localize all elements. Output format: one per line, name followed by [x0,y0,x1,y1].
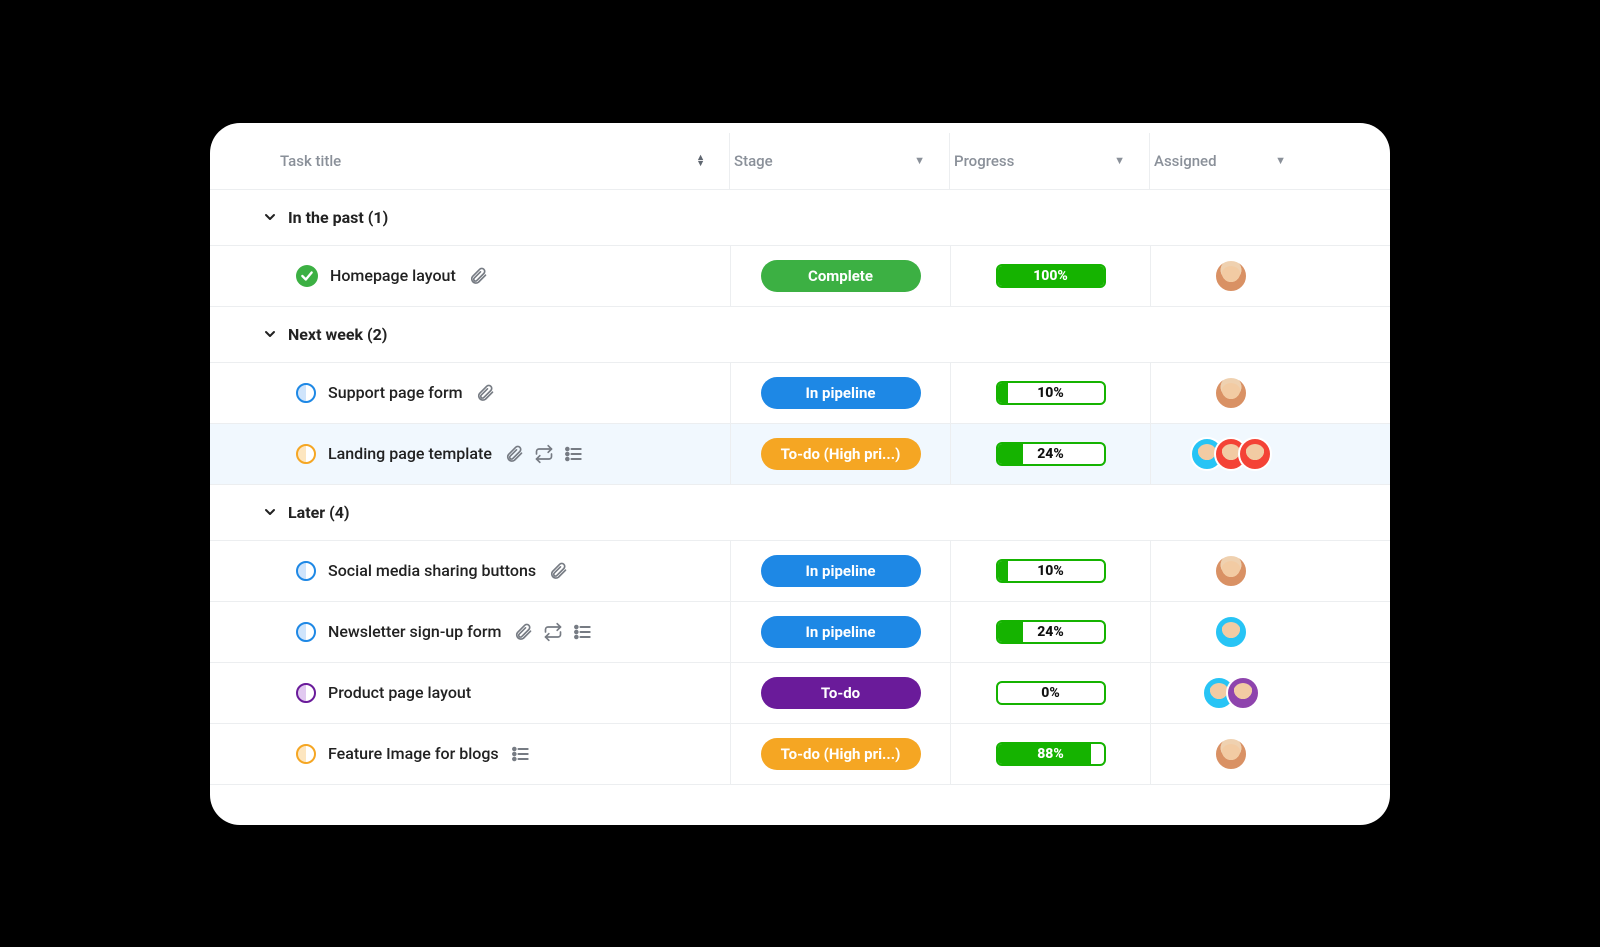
attachment-icon [504,444,524,464]
group-header[interactable]: In the past (1) [210,190,1390,246]
avatar[interactable] [1214,259,1248,293]
task-meta-icons [511,744,531,764]
assignee-avatars[interactable] [1214,737,1248,771]
task-title: Social media sharing buttons [328,561,536,580]
progress-bar[interactable]: 24% [996,620,1106,644]
task-meta-icons [548,561,568,581]
avatar[interactable] [1238,437,1272,471]
progress-value: 88% [998,744,1104,764]
progress-bar[interactable]: 10% [996,559,1106,583]
progress-value: 10% [998,561,1104,581]
column-header-assigned[interactable]: Assigned ▼ [1150,133,1310,189]
subtasks-icon [564,444,584,464]
assignee-avatars[interactable] [1190,437,1272,471]
column-header-label: Task title [250,152,341,170]
task-meta-icons [468,266,488,286]
subtasks-icon [573,622,593,642]
status-circle-icon [296,383,316,403]
task-row[interactable]: Product page layout To-do 0% [210,663,1390,724]
task-title: Product page layout [328,683,471,702]
task-row[interactable]: Landing page template To-do (High pri...)… [210,424,1390,485]
task-title: Support page form [328,383,463,402]
stage-pill[interactable]: Complete [761,260,921,292]
status-complete-icon [296,265,318,287]
chevron-down-icon [262,326,278,342]
task-row[interactable]: Homepage layout Complete 100% [210,246,1390,307]
assignee-avatars[interactable] [1214,376,1248,410]
recurring-icon [534,444,554,464]
attachment-icon [513,622,533,642]
caret-down-icon: ▼ [1114,154,1125,167]
task-row[interactable]: Feature Image for blogs To-do (High pri..… [210,724,1390,785]
progress-value: 0% [998,683,1104,703]
group-label: Later (4) [288,503,350,522]
task-row[interactable]: Support page form In pipeline 10% [210,363,1390,424]
attachment-icon [468,266,488,286]
column-header-label: Assigned [1150,152,1217,170]
caret-down-icon: ▼ [1275,154,1286,167]
status-circle-icon [296,622,316,642]
chevron-down-icon [262,209,278,225]
task-row[interactable]: Newsletter sign-up form In pipeline 24% [210,602,1390,663]
assignee-avatars[interactable] [1214,615,1248,649]
progress-value: 24% [998,622,1104,642]
task-row[interactable]: Social media sharing buttons In pipeline 1… [210,541,1390,602]
stage-pill[interactable]: In pipeline [761,377,921,409]
progress-bar[interactable]: 88% [996,742,1106,766]
attachment-icon [548,561,568,581]
column-header-stage[interactable]: Stage ▼ [730,133,950,189]
stage-pill[interactable]: In pipeline [761,616,921,648]
stage-pill[interactable]: In pipeline [761,555,921,587]
stage-pill[interactable]: To-do (High pri...) [761,738,921,770]
avatar[interactable] [1214,615,1248,649]
sort-icon: ▲▼ [696,155,705,167]
attachment-icon [475,383,495,403]
column-header-label: Progress [950,152,1014,170]
task-meta-icons [504,444,584,464]
column-header-label: Stage [730,152,773,170]
assignee-avatars[interactable] [1214,259,1248,293]
status-circle-icon [296,744,316,764]
progress-value: 10% [998,383,1104,403]
assignee-avatars[interactable] [1214,554,1248,588]
status-circle-icon [296,561,316,581]
progress-value: 100% [998,266,1104,286]
progress-bar[interactable]: 10% [996,381,1106,405]
task-table-card: Task title ▲▼ Stage ▼ Progress ▼ Assigne… [210,123,1390,825]
task-title: Newsletter sign-up form [328,622,501,641]
caret-down-icon: ▼ [914,154,925,167]
task-title: Landing page template [328,444,492,463]
avatar[interactable] [1214,737,1248,771]
group-label: Next week (2) [288,325,387,344]
group-header[interactable]: Next week (2) [210,307,1390,363]
group-label: In the past (1) [288,208,388,227]
task-meta-icons [513,622,593,642]
progress-bar[interactable]: 100% [996,264,1106,288]
avatar[interactable] [1226,676,1260,710]
status-circle-icon [296,683,316,703]
progress-bar[interactable]: 0% [996,681,1106,705]
progress-value: 24% [998,444,1104,464]
avatar[interactable] [1214,554,1248,588]
chevron-down-icon [262,504,278,520]
task-title: Feature Image for blogs [328,744,499,763]
stage-pill[interactable]: To-do (High pri...) [761,438,921,470]
table-header-row: Task title ▲▼ Stage ▼ Progress ▼ Assigne… [210,133,1390,190]
column-header-progress[interactable]: Progress ▼ [950,133,1150,189]
column-header-title[interactable]: Task title ▲▼ [250,133,730,189]
task-meta-icons [475,383,495,403]
stage-pill[interactable]: To-do [761,677,921,709]
task-title: Homepage layout [330,266,456,285]
assignee-avatars[interactable] [1202,676,1260,710]
group-header[interactable]: Later (4) [210,485,1390,541]
avatar[interactable] [1214,376,1248,410]
progress-bar[interactable]: 24% [996,442,1106,466]
recurring-icon [543,622,563,642]
status-circle-icon [296,444,316,464]
subtasks-icon [511,744,531,764]
